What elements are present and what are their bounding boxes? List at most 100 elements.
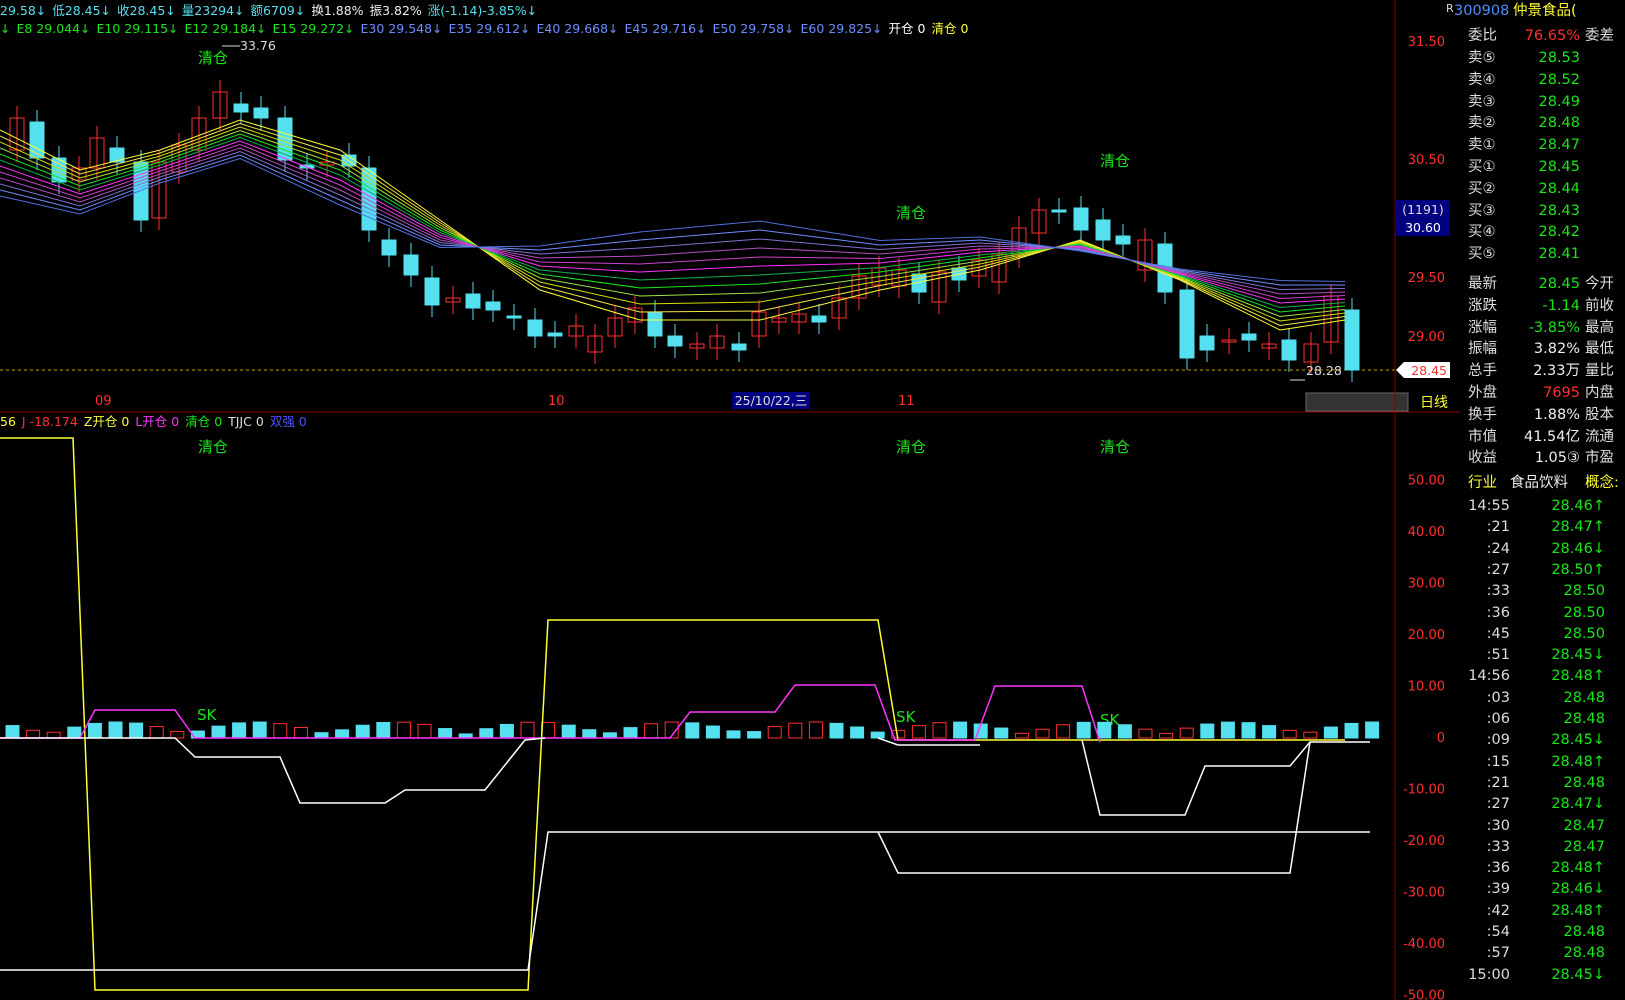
order-book-row[interactable]: 买⑤ 28.41 — [1460, 243, 1625, 265]
stock-header: R 300908 仲景食品( — [1446, 0, 1625, 22]
tick-price: 28.48↑ — [1551, 668, 1605, 685]
tick-price: 28.50 — [1563, 583, 1605, 600]
indicator-histogram-bar — [211, 725, 226, 739]
indicator-histogram-bar — [314, 732, 329, 739]
stat-extra-label: 今开 — [1585, 276, 1614, 292]
tick-row: :42 28.48↑ — [1460, 901, 1625, 922]
stock-code[interactable]: 300908 — [1454, 0, 1509, 22]
stats-row: 涨跌 -1.14 前收 — [1460, 295, 1625, 317]
candle-body — [1115, 235, 1131, 245]
tick-time: :30 — [1486, 817, 1510, 834]
indicator-value-0: 56 — [0, 414, 16, 429]
indicator-histogram-bar — [87, 722, 102, 739]
tick-price: 28.50 — [1563, 604, 1605, 621]
tick-row: :54 28.48 — [1460, 922, 1625, 943]
stats-row: 涨幅 -3.85% 最高 — [1460, 317, 1625, 339]
order-book-row[interactable]: 买③ 28.43 — [1460, 200, 1625, 222]
order-book-row[interactable]: 买④ 28.42 — [1460, 221, 1625, 243]
candle-body — [403, 254, 419, 276]
indicator-histogram-bar — [829, 722, 844, 739]
indicator-axis-label: -50.00 — [1403, 989, 1445, 1000]
indicator-histogram-bar — [705, 725, 720, 739]
tick-time: :27 — [1486, 561, 1510, 578]
indicator-value-1: J -18.174 — [21, 414, 78, 429]
order-price: 28.41 — [1538, 246, 1580, 263]
tick-time: :15 — [1486, 753, 1510, 770]
stat-value: 2.33万 — [1533, 363, 1580, 380]
quote-low: 低28.45↓ — [52, 3, 112, 18]
candle-body — [731, 343, 747, 351]
hold-flag: R — [1446, 2, 1454, 15]
order-book-row[interactable]: 卖① 28.47 — [1460, 134, 1625, 156]
tick-time: :33 — [1486, 838, 1510, 855]
indicator-histogram-bar — [129, 722, 144, 739]
candle-body — [527, 319, 543, 337]
candle-body — [647, 311, 663, 337]
tick-price: 28.46↓ — [1551, 540, 1605, 557]
order-book-row[interactable]: 买① 28.45 — [1460, 156, 1625, 178]
ma-value-1: E8 29.044↓ — [16, 21, 91, 36]
scroll-bar — [1305, 392, 1409, 412]
indicator-histogram-bar — [5, 725, 20, 739]
order-book-row[interactable]: 卖④ 28.52 — [1460, 69, 1625, 91]
stat-extra-label: 股本 — [1585, 406, 1614, 423]
order-price: 28.53 — [1538, 50, 1580, 66]
indicator-histogram-bar — [520, 721, 535, 739]
stat-label: 涨跌 — [1468, 297, 1497, 314]
tick-row: :33 28.47 — [1460, 837, 1625, 858]
indicator-histogram-bar — [479, 728, 494, 739]
indicator-axis-label: -20.00 — [1403, 834, 1445, 849]
indicator-histogram-bar — [788, 722, 803, 739]
order-book-row[interactable]: 卖⑤ 28.53 — [1460, 47, 1625, 69]
stat-extra-label: 流通 — [1585, 428, 1614, 445]
stock-name[interactable]: 仲景食品( — [1513, 0, 1577, 22]
indicator-histogram-bar — [1097, 721, 1112, 739]
candle-body — [547, 332, 563, 337]
moving-average-line — [0, 136, 1346, 309]
quote-side-panel: R 300908 仲景食品( 委比 76.65% 委差 卖⑤ 28.53 卖④ 28.… — [1446, 0, 1625, 1000]
indicator-axis-label: 20.00 — [1408, 628, 1445, 643]
kline-chart-area[interactable]: 33.5033.0032.5032.0031.5030.5030.0029.50… — [0, 0, 1460, 1000]
candle-body — [1051, 209, 1067, 213]
indicator-histogram-bar — [46, 731, 61, 739]
order-book-row[interactable]: 买② 28.44 — [1460, 178, 1625, 200]
x-month-label: 10 — [548, 394, 565, 409]
candle-body — [1344, 309, 1360, 371]
weibi-row: 委比 76.65% 委差 — [1468, 28, 1614, 44]
quote-amplitude: 振3.82% — [369, 3, 422, 18]
chart-canvas[interactable]: 33.5033.0032.5032.0031.5030.5030.0029.50… — [0, 0, 1460, 1000]
tick-time: :45 — [1486, 625, 1510, 642]
indicator-histogram-bar — [1179, 727, 1194, 739]
moving-average-line — [0, 126, 1346, 322]
clear-signal-label: 清仓 — [1100, 438, 1130, 456]
sk-signal-label: SK — [896, 708, 917, 726]
tick-row: :27 28.50↑ — [1460, 560, 1625, 581]
tick-time: :51 — [1486, 647, 1510, 664]
indicator-histogram-bar — [1014, 732, 1029, 739]
stat-value: 1.05③ — [1534, 450, 1580, 467]
indicator-histogram-bar — [953, 721, 968, 739]
indicator-axis-label: 0 — [1437, 731, 1445, 746]
indicator-histogram-bar — [252, 721, 267, 739]
tick-time: :21 — [1486, 519, 1510, 536]
cursor-box-count: (1191) — [1402, 202, 1444, 217]
indicator-value-4: 清仓 0 — [185, 414, 223, 429]
clear-signal-label: 清仓 — [896, 438, 926, 456]
order-book-row[interactable]: 卖③ 28.49 — [1460, 91, 1625, 113]
tick-time: :57 — [1486, 945, 1510, 962]
candle-body — [1281, 339, 1297, 361]
order-level-label: 买③ — [1468, 202, 1496, 219]
moving-average-line — [0, 119, 1346, 331]
clear-signal-label: 清仓 — [198, 438, 228, 456]
tick-price: 28.50 — [1563, 625, 1605, 642]
candle-body — [253, 107, 269, 119]
stats-row: 振幅 3.82% 最低 — [1460, 338, 1625, 360]
tick-price: 28.48 — [1563, 711, 1605, 727]
stat-extra-label: 前收 — [1585, 297, 1614, 314]
indicator-histogram-bar — [499, 723, 514, 739]
candle-body — [485, 301, 501, 311]
indicator-histogram-bar — [767, 726, 782, 739]
order-book-row[interactable]: 卖② 28.48 — [1460, 112, 1625, 134]
indicator-histogram-bar — [149, 725, 164, 739]
tick-row: 14:56 28.48↑ — [1460, 666, 1625, 687]
